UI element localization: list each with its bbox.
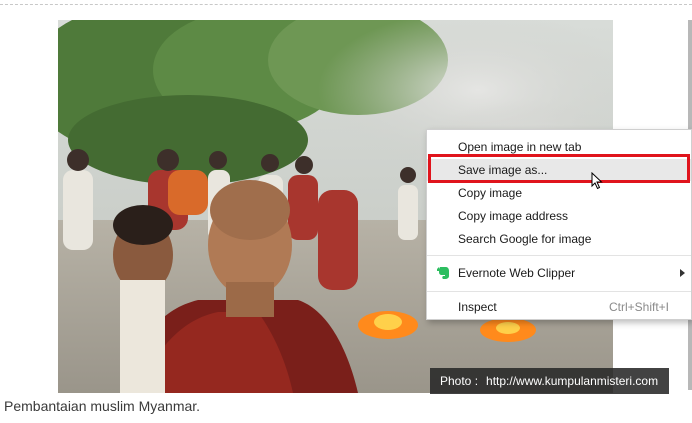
menu-item-copy-image[interactable]: Copy image	[427, 182, 691, 204]
evernote-elephant-icon	[437, 267, 449, 279]
submenu-arrow-icon	[680, 269, 685, 277]
evernote-label: Evernote Web Clipper	[458, 266, 576, 280]
menu-item-inspect[interactable]: Inspect Ctrl+Shift+I	[427, 296, 691, 318]
menu-item-copy-image-address[interactable]: Copy image address	[427, 205, 691, 227]
credit-prefix: Photo :	[440, 374, 479, 388]
inspect-shortcut: Ctrl+Shift+I	[608, 300, 669, 314]
photo-credit: Photo : http://www.kumpulanmisteri.com	[430, 368, 669, 394]
menu-separator	[427, 291, 691, 292]
menu-item-evernote-web-clipper[interactable]: Evernote Web Clipper	[427, 262, 691, 284]
credit-url[interactable]: http://www.kumpulanmisteri.com	[486, 374, 658, 388]
mouse-pointer-icon	[591, 172, 603, 190]
highlight-annotation-box	[428, 154, 690, 183]
menu-item-search-google-image[interactable]: Search Google for image	[427, 228, 691, 250]
photo-caption: Pembantaian muslim Myanmar.	[4, 398, 201, 414]
menu-separator	[427, 255, 691, 256]
top-dashed-divider	[0, 4, 692, 5]
inspect-label: Inspect	[458, 300, 497, 314]
